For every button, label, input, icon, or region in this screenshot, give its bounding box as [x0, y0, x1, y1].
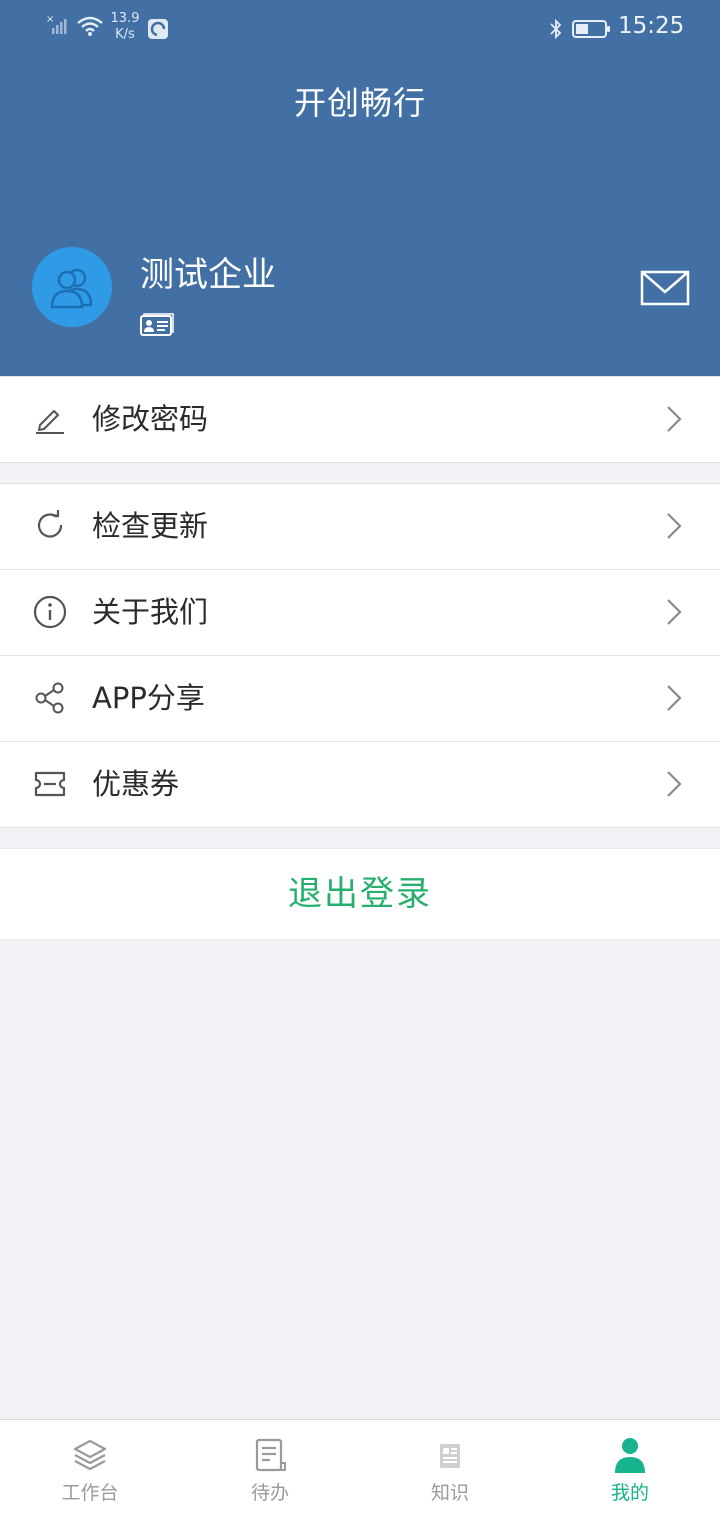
tab-mine[interactable]: 我的	[540, 1420, 720, 1521]
avatar[interactable]	[32, 247, 112, 327]
todo-list-icon	[255, 1438, 286, 1472]
menu-item-label: 修改密码	[92, 402, 209, 436]
svg-text:×: ×	[46, 14, 54, 25]
tab-label: 我的	[610, 1482, 649, 1504]
tab-workbench[interactable]: 工作台	[0, 1420, 180, 1521]
logout-label: 退出登录	[288, 874, 432, 914]
menu-item-change-password[interactable]: 修改密码	[0, 377, 720, 462]
menu-item-label: 关于我们	[92, 595, 209, 629]
battery-icon	[572, 20, 610, 38]
tab-todo[interactable]: 待办	[180, 1420, 360, 1521]
menu-item-label: APP分享	[92, 681, 205, 715]
menu-item-label: 检查更新	[92, 509, 209, 543]
page-title: 开创畅行	[293, 84, 426, 122]
app-notification-icon	[148, 19, 168, 39]
logout-button[interactable]: 退出登录	[0, 848, 720, 940]
menu-item-coupons[interactable]: 优惠券	[0, 742, 720, 827]
menu-item-label: 优惠券	[92, 767, 180, 801]
wifi-icon	[77, 16, 103, 36]
clock-time: 15:25	[618, 13, 685, 39]
id-card-icon[interactable]	[140, 313, 174, 337]
news-icon	[440, 1444, 460, 1468]
menu-group-account: 修改密码	[0, 376, 720, 463]
menu-item-about-us[interactable]: 关于我们	[0, 570, 720, 656]
profile-header: × 13.9 K/s 15:25 开创畅行 测试企业	[0, 0, 720, 376]
coupon-icon	[34, 771, 66, 797]
network-speed-value: 13.9	[110, 11, 140, 26]
chevron-right-icon	[667, 599, 682, 625]
menu-item-check-update[interactable]: 检查更新	[0, 484, 720, 570]
bluetooth-icon	[550, 18, 562, 40]
network-speed: 13.9 K/s	[110, 11, 140, 43]
tab-label: 知识	[430, 1482, 469, 1504]
layers-icon	[73, 1439, 107, 1471]
company-name: 测试企业	[140, 255, 276, 295]
menu-item-app-share[interactable]: APP分享	[0, 656, 720, 742]
chevron-right-icon	[667, 771, 682, 797]
tab-label: 待办	[250, 1482, 289, 1504]
signal-icon: ×	[46, 14, 67, 34]
tab-label: 工作台	[61, 1482, 119, 1504]
info-icon	[33, 595, 67, 629]
bottom-tab-bar: 工作台 待办 知识 我的	[0, 1419, 720, 1521]
edit-icon	[36, 410, 64, 434]
tab-knowledge[interactable]: 知识	[360, 1420, 540, 1521]
mail-icon[interactable]	[640, 270, 690, 306]
refresh-icon	[37, 510, 63, 538]
status-bar: × 13.9 K/s 15:25	[0, 0, 720, 58]
share-icon	[35, 682, 64, 714]
chevron-right-icon	[667, 513, 682, 539]
chevron-right-icon	[667, 406, 682, 432]
network-speed-unit: K/s	[115, 27, 135, 42]
menu-group-general: 检查更新 关于我们 APP分享 优惠券	[0, 483, 720, 828]
chevron-right-icon	[667, 685, 682, 711]
user-icon	[615, 1438, 645, 1473]
avatar-group-icon	[50, 268, 93, 309]
